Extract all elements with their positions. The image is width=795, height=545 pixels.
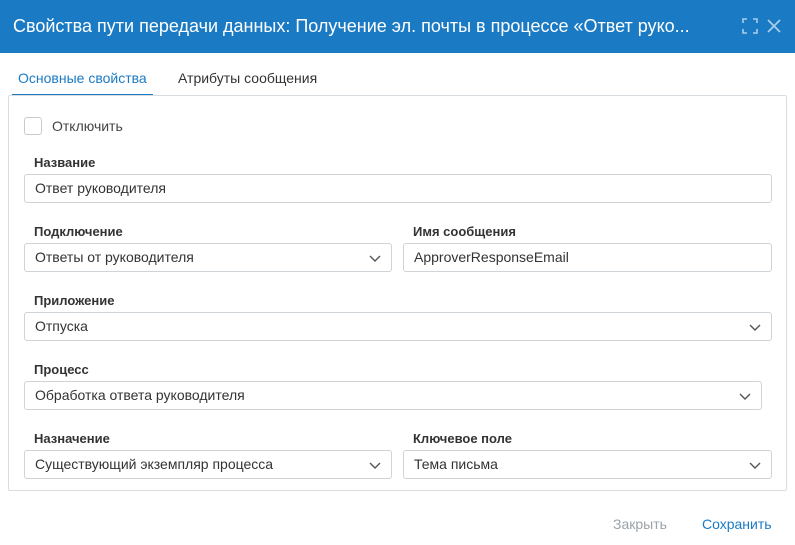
tab-label: Основные свойства [18,70,147,86]
tab-main-properties[interactable]: Основные свойства [12,60,153,96]
key-field-value: Тема письма [414,456,498,472]
application-value: Отпуска [35,318,88,334]
message-name-label: Имя сообщения [413,224,516,239]
disable-row: Отключить [24,117,123,135]
name-label: Название [34,155,96,170]
chevron-down-icon [369,255,381,262]
assignment-label: Назначение [34,431,110,446]
chevron-down-icon [739,393,751,400]
chevron-down-icon [749,462,761,469]
process-value: Обработка ответа руководителя [35,387,245,403]
dialog-title: Свойства пути передачи данных: Получение… [13,16,690,36]
properties-panel: Отключить Название Ответ руководителя По… [8,95,787,491]
key-field-select[interactable]: Тема письма [403,450,772,479]
connection-value: Ответы от руководителя [35,249,194,265]
process-label: Процесс [34,362,89,377]
connection-select[interactable]: Ответы от руководителя [24,243,392,272]
disable-checkbox[interactable] [24,117,42,135]
close-icon[interactable] [763,15,785,37]
message-name-value: ApproverResponseEmail [414,249,569,265]
message-name-field[interactable]: ApproverResponseEmail [403,243,772,272]
expand-icon[interactable] [739,15,761,37]
dialog-titlebar: Свойства пути передачи данных: Получение… [0,0,795,53]
connection-label: Подключение [34,224,123,239]
tab-bar: Основные свойства Атрибуты сообщения [8,60,787,96]
chevron-down-icon [369,462,381,469]
assignment-value: Существующий экземпляр процесса [35,456,274,472]
tab-label: Атрибуты сообщения [178,70,318,86]
application-select[interactable]: Отпуска [24,312,772,341]
key-field-label: Ключевое поле [413,431,512,446]
disable-label: Отключить [52,118,123,134]
save-button[interactable]: Сохранить [702,516,772,532]
tab-message-attributes[interactable]: Атрибуты сообщения [178,60,317,96]
name-value: Ответ руководителя [35,180,166,196]
close-button[interactable]: Закрыть [613,516,667,532]
chevron-down-icon [749,324,761,331]
application-label: Приложение [34,293,115,308]
process-select[interactable]: Обработка ответа руководителя [24,381,762,410]
name-field[interactable]: Ответ руководителя [24,174,772,203]
dialog: Свойства пути передачи данных: Получение… [0,0,795,545]
assignment-select[interactable]: Существующий экземпляр процесса [24,450,392,479]
